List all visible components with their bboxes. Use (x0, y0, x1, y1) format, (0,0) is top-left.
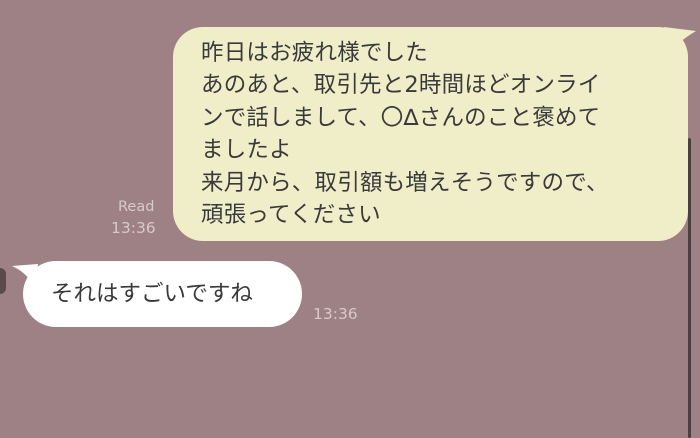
sent-timestamp: 13:36 (111, 219, 156, 237)
sent-message-line: 昨日はお疲れ様でした (201, 40, 429, 66)
received-message-text: それはすごいですね (51, 281, 253, 307)
sent-message-line: ましたよ (201, 137, 292, 164)
received-timestamp: 13:36 (313, 305, 358, 323)
sent-message-line: ンで話しまして、〇∆さんのこと褒めて (201, 104, 601, 131)
sent-message-line: 来月から、取引額も増えそうですので、 (201, 169, 609, 196)
read-receipt: Read (118, 199, 155, 215)
avatar[interactable] (0, 268, 6, 294)
sent-message-bubble[interactable]: 昨日はお疲れ様でした あのあと、取引先と2時間ほどオンライ ンで話しまして、〇∆… (173, 27, 688, 241)
sent-message-line: 頑張ってください (201, 202, 381, 229)
sent-message-line: あのあと、取引先と2時間ほどオンライ (201, 72, 601, 99)
received-message-bubble[interactable]: それはすごいですね (23, 261, 302, 327)
scrollbar[interactable] (688, 138, 691, 438)
chat-message-area[interactable]: 昨日はお疲れ様でした あのあと、取引先と2時間ほどオンライ ンで話しまして、〇∆… (0, 0, 700, 438)
